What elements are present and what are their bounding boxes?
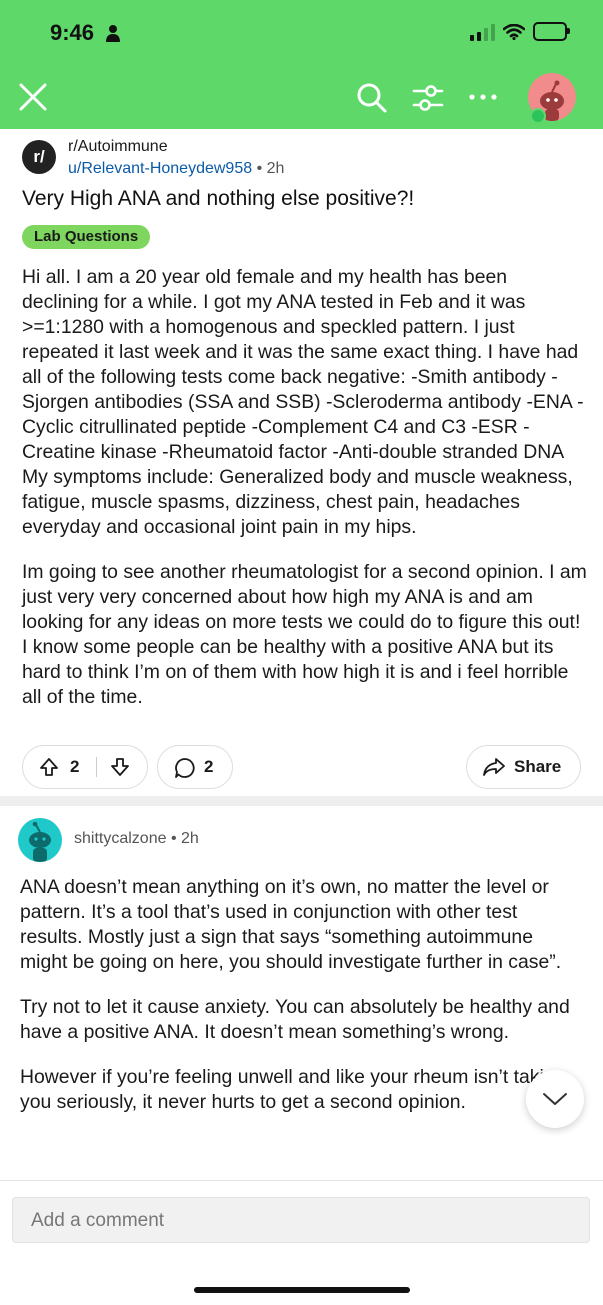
- commenter-avatar[interactable]: [18, 818, 62, 862]
- post-author[interactable]: u/Relevant-Honeydew958: [68, 160, 252, 177]
- add-comment-input[interactable]: Add a comment: [12, 1197, 590, 1243]
- subreddit-icon[interactable]: r/: [22, 140, 56, 174]
- separator-dot: •: [170, 830, 177, 847]
- comment-age: 2h: [181, 830, 199, 847]
- vote-control: 2: [22, 745, 148, 789]
- chevron-down-icon: [543, 1093, 567, 1105]
- comment-paragraph: However if you’re feeling unwell and lik…: [20, 1066, 566, 1113]
- home-indicator[interactable]: [194, 1287, 410, 1293]
- close-icon[interactable]: [18, 82, 48, 112]
- vote-divider: [96, 757, 97, 777]
- jump-next-comment-button[interactable]: [526, 1070, 584, 1128]
- share-button[interactable]: Share: [466, 745, 581, 789]
- signal-icon: [470, 23, 495, 41]
- comment-body: ANA doesn’t mean anything on it’s own, n…: [20, 875, 580, 1135]
- vote-count: 2: [70, 757, 80, 776]
- filter-icon[interactable]: [412, 84, 444, 112]
- upvote-icon[interactable]: [39, 757, 59, 777]
- post-flair[interactable]: Lab Questions: [22, 225, 151, 249]
- comment-author[interactable]: shittycalzone: [74, 830, 167, 847]
- wifi-icon: [503, 23, 525, 40]
- comment-paragraph: ANA doesn’t mean anything on it’s own, n…: [20, 876, 562, 973]
- post-header: r/ r/Autoimmune u/Relevant-Honeydew958 •…: [22, 138, 582, 188]
- battery-icon: [533, 22, 570, 41]
- subreddit-name[interactable]: r/Autoimmune: [68, 138, 168, 156]
- comment-count: 2: [204, 757, 214, 776]
- share-icon: [483, 758, 505, 776]
- online-status-dot: [530, 108, 546, 124]
- more-icon[interactable]: [468, 87, 498, 107]
- post-age: 2h: [266, 160, 285, 177]
- share-label: Share: [514, 757, 562, 776]
- downvote-icon[interactable]: [110, 757, 130, 777]
- snoo-avatar-icon: [29, 821, 51, 862]
- section-divider: [0, 796, 603, 806]
- author-line: u/Relevant-Honeydew958 • 2h: [68, 160, 284, 178]
- status-time: 9:46: [50, 20, 95, 45]
- post-title: Very High ANA and nothing else positive?…: [22, 187, 415, 210]
- comment-composer-bar: Add a comment: [0, 1180, 603, 1305]
- post-body: Hi all. I am a 20 year old female and my…: [22, 265, 587, 730]
- top-bar: 9:46: [0, 0, 603, 129]
- content-fade: [0, 1145, 603, 1185]
- comments-button[interactable]: 2: [157, 745, 233, 789]
- comment-paragraph: Try not to let it cause anxiety. You can…: [20, 996, 570, 1043]
- person-icon: [106, 25, 120, 42]
- post-paragraph: Hi all. I am a 20 year old female and my…: [22, 266, 584, 538]
- separator-dot: •: [256, 160, 263, 177]
- status-indicators: [470, 22, 570, 41]
- search-icon[interactable]: [356, 82, 388, 114]
- comment-icon: [175, 758, 195, 778]
- comment-author-line: shittycalzone • 2h: [74, 830, 199, 848]
- post-paragraph: Im going to see another rheumatologist f…: [22, 561, 587, 708]
